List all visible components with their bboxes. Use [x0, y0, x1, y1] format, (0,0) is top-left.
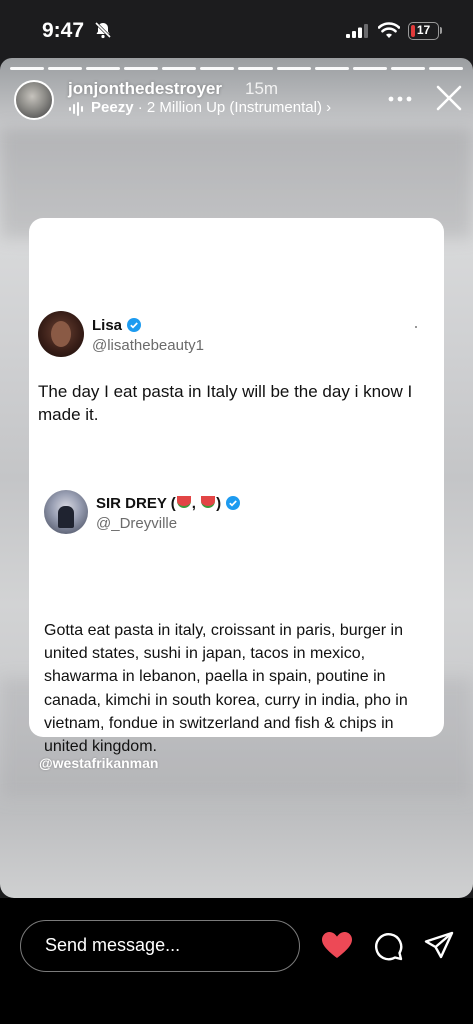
story-progress-bar	[10, 67, 463, 70]
status-bar: 9:47 17	[0, 0, 473, 62]
send-share-icon[interactable]	[424, 931, 454, 961]
close-icon[interactable]	[435, 84, 463, 112]
quoted-author-name: SIR DREY (, )	[96, 495, 241, 512]
battery-percent: 17	[416, 23, 431, 37]
comment-icon[interactable]	[373, 931, 403, 961]
quoted-author-avatar	[44, 490, 88, 534]
story-progress-segment	[200, 67, 235, 70]
tweet-text: The day I eat pasta in Italy will be the…	[38, 382, 413, 424]
send-message-input[interactable]: Send message...	[20, 920, 300, 972]
watermelon-emoji-icon	[201, 496, 216, 508]
wifi-icon	[378, 22, 400, 38]
verified-badge-icon	[226, 496, 241, 510]
story-username[interactable]: jonjonthedestroyer	[68, 79, 222, 99]
watermelon-emoji-icon	[176, 496, 191, 508]
tweet-author-name: Lisa	[92, 317, 142, 334]
tweet-screenshot-card: Lisa @lisathebeauty1 The day I eat pasta…	[29, 218, 444, 755]
story-progress-segment	[314, 67, 349, 70]
music-track: 2 Million Up (Instrumental)	[146, 99, 322, 116]
mention-sticker[interactable]: @westafrikanman	[39, 755, 158, 771]
music-separator: ·	[133, 99, 147, 116]
story-progress-segment	[86, 67, 121, 70]
verified-badge-icon	[127, 318, 142, 332]
quoted-author-handle: @_Dreyville	[96, 515, 178, 532]
story-progress-segment	[428, 67, 463, 70]
story-music[interactable]: Peezy · 2 Million Up (Instrumental) ›	[91, 99, 331, 116]
battery-tip	[440, 27, 442, 34]
more-options-icon[interactable]	[388, 96, 412, 102]
audio-wave-icon	[69, 102, 83, 116]
story-progress-segment	[162, 67, 197, 70]
send-message-placeholder: Send message...	[45, 935, 181, 955]
story-time: 15m	[245, 79, 279, 98]
bell-off-icon	[94, 21, 112, 39]
tweet-author-avatar	[38, 311, 84, 357]
status-time: 9:47	[42, 19, 85, 42]
story-progress-segment	[48, 67, 83, 70]
story-progress-segment	[352, 67, 387, 70]
heart-icon[interactable]	[321, 931, 353, 959]
signal-icon	[346, 24, 368, 38]
story-viewer[interactable]: jonjonthedestroyer 15m Peezy · 2 Million…	[0, 58, 473, 898]
music-artist: Peezy	[91, 99, 134, 116]
chevron-right-icon: ›	[326, 99, 332, 116]
user-avatar[interactable]	[14, 80, 54, 120]
more-dot-icon	[415, 326, 417, 328]
story-progress-segment	[390, 67, 425, 70]
tweet-author-handle: @lisathebeauty1	[92, 337, 204, 354]
battery-icon: 17	[408, 22, 439, 40]
story-progress-segment	[124, 67, 159, 70]
quoted-tweet-text: Gotta eat pasta in italy, croissant in p…	[44, 622, 408, 756]
story-progress-segment	[238, 67, 273, 70]
story-progress-segment	[10, 67, 45, 70]
story-progress-segment	[276, 67, 311, 70]
reply-bar: Send message...	[0, 898, 473, 1024]
